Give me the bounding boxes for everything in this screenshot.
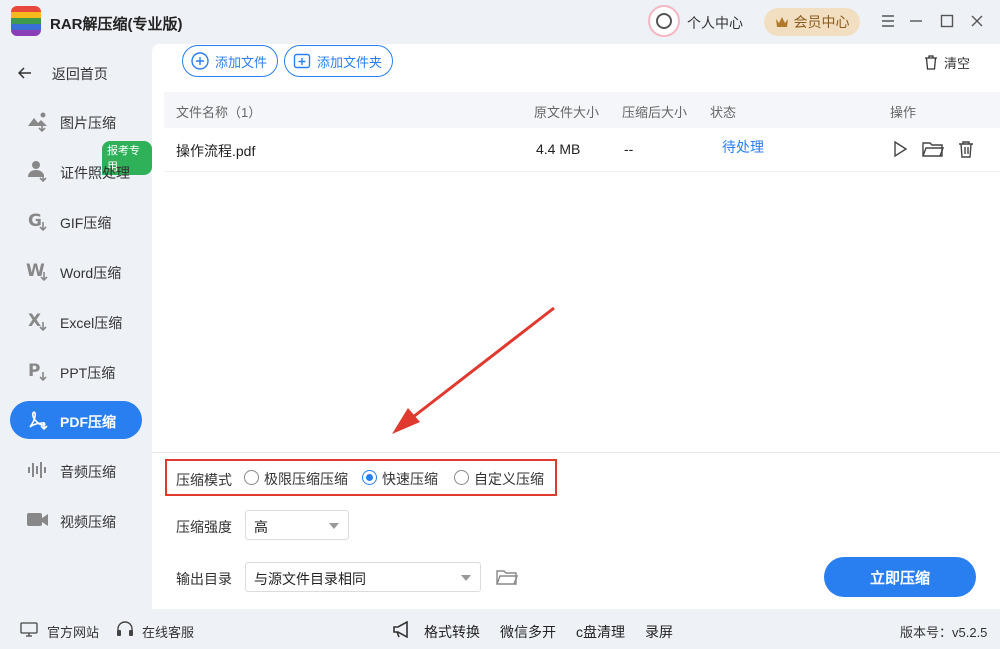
back-home-button[interactable]: 返回首页 xyxy=(17,64,108,84)
tool-wechat-multi[interactable]: 微信多开 xyxy=(500,622,556,642)
gif-icon: G xyxy=(26,210,50,232)
video-icon xyxy=(26,509,50,531)
browse-folder-icon[interactable] xyxy=(496,568,518,586)
pdf-icon xyxy=(26,409,50,431)
minimize-icon[interactable] xyxy=(904,10,928,32)
sidebar-item-ppt[interactable]: P PPT压缩 xyxy=(10,352,142,390)
table-row: 操作流程.pdf 4.4 MB -- 待处理 xyxy=(164,128,1000,172)
megaphone-icon xyxy=(393,621,408,638)
add-folder-label: 添加文件夹 xyxy=(317,54,383,70)
audio-icon xyxy=(26,459,50,481)
maximize-icon[interactable] xyxy=(935,10,959,32)
back-home-label: 返回首页 xyxy=(51,66,108,82)
version-text: 版本号：v5.2.5 xyxy=(900,625,988,640)
sidebar-item-gif[interactable]: G GIF压缩 xyxy=(10,202,142,240)
id-photo-icon xyxy=(26,160,50,183)
sidebar-item-video[interactable]: 视频压缩 xyxy=(10,501,142,539)
chevron-down-icon xyxy=(461,575,471,581)
divider xyxy=(152,452,1000,453)
plus-circle-icon xyxy=(191,52,209,70)
svg-text:X: X xyxy=(28,311,41,331)
tool-screen-record[interactable]: 录屏 xyxy=(645,622,673,642)
tool-format-convert[interactable]: 格式转换 xyxy=(424,622,480,642)
monitor-icon xyxy=(20,622,38,637)
play-icon[interactable] xyxy=(892,140,908,158)
vip-crown-icon xyxy=(775,17,788,27)
col-action: 操作 xyxy=(890,105,917,120)
sidebar-item-id-photo[interactable]: 证件照处理 xyxy=(10,152,142,190)
col-orig-size: 原文件大小 xyxy=(534,105,600,120)
sidebar-item-label: Word压缩 xyxy=(60,265,122,281)
vip-center-button[interactable]: 会员中心 xyxy=(764,8,860,36)
title-bar: RAR解压缩(专业版) 个人中心 会员中心 xyxy=(0,0,1000,44)
headset-icon xyxy=(117,621,133,636)
ppt-icon: P xyxy=(26,360,50,382)
excel-icon: X xyxy=(26,310,50,332)
word-icon: W xyxy=(26,260,50,282)
sidebar-item-label: 视频压缩 xyxy=(60,514,116,530)
sidebar-item-audio[interactable]: 音频压缩 xyxy=(10,451,142,489)
strength-select[interactable]: 高 xyxy=(245,510,349,540)
file-table-header: 文件名称（1） 原文件大小 压缩后大小 状态 操作 xyxy=(164,92,1000,128)
file-comp-size: -- xyxy=(624,141,634,157)
sidebar: 返回首页 图片压缩 报考专用 证件照处理 G GIF压缩 W Word压缩 X … xyxy=(0,44,152,609)
sidebar-item-label: GIF压缩 xyxy=(60,215,112,231)
website-link[interactable]: 官方网站 xyxy=(47,622,99,641)
sidebar-item-label: 音频压缩 xyxy=(60,464,116,480)
mode-fast-label[interactable]: 快速压缩 xyxy=(382,469,438,489)
image-icon xyxy=(26,110,50,133)
strength-value: 高 xyxy=(254,519,268,535)
chevron-down-icon xyxy=(329,523,339,529)
sidebar-item-image[interactable]: 图片压缩 xyxy=(10,102,142,140)
open-folder-icon[interactable] xyxy=(922,140,944,158)
annotation-arrow-icon xyxy=(392,306,555,434)
sidebar-item-label: 证件照处理 xyxy=(60,165,130,181)
sidebar-item-excel[interactable]: X Excel压缩 xyxy=(10,302,142,340)
file-orig-size: 4.4 MB xyxy=(536,141,581,157)
user-center-link[interactable]: 个人中心 xyxy=(687,13,743,33)
svg-text:P: P xyxy=(28,361,40,381)
col-status: 状态 xyxy=(710,105,737,120)
output-dir-value: 与源文件目录相同 xyxy=(254,571,366,587)
mode-custom-radio[interactable] xyxy=(454,470,469,485)
sidebar-item-word[interactable]: W Word压缩 xyxy=(10,252,142,290)
clear-label: 清空 xyxy=(944,56,971,71)
add-folder-button[interactable]: 添加文件夹 xyxy=(284,45,394,77)
sidebar-item-label: Excel压缩 xyxy=(60,315,123,331)
close-icon[interactable] xyxy=(965,10,989,32)
compression-mode-label: 压缩模式 xyxy=(176,472,232,488)
tool-c-drive-clean[interactable]: c盘清理 xyxy=(576,622,625,642)
app-logo xyxy=(11,6,41,36)
status-badge: 待处理 xyxy=(722,139,764,155)
sidebar-item-label: PDF压缩 xyxy=(60,414,116,430)
sidebar-item-pdf[interactable]: PDF压缩 xyxy=(10,401,142,439)
footer: 官方网站 在线客服 格式转换 微信多开 c盘清理 录屏 版本号：v5.2.5 xyxy=(0,609,1000,649)
add-file-label: 添加文件 xyxy=(215,54,268,70)
delete-icon[interactable] xyxy=(958,140,974,158)
file-name: 操作流程.pdf xyxy=(176,143,256,159)
back-arrow-icon xyxy=(17,66,36,82)
strength-label: 压缩强度 xyxy=(176,519,232,535)
main-panel: 添加文件 添加文件夹 清空 文件名称（1） 原文件大小 压缩后大小 状态 操作 … xyxy=(152,44,1000,609)
clear-button[interactable]: 清空 xyxy=(924,53,970,72)
mode-fast-radio[interactable] xyxy=(362,470,377,485)
col-name: 文件名称（1） xyxy=(176,105,262,120)
mode-extreme-label[interactable]: 极限压缩压缩 xyxy=(264,469,348,489)
vip-center-label: 会员中心 xyxy=(793,14,850,30)
mode-extreme-radio[interactable] xyxy=(244,470,259,485)
output-dir-label: 输出目录 xyxy=(176,571,232,587)
sidebar-item-label: PPT压缩 xyxy=(60,365,116,381)
trash-icon xyxy=(925,55,937,70)
add-folder-icon xyxy=(293,53,311,69)
avatar[interactable] xyxy=(648,5,680,37)
add-file-button[interactable]: 添加文件 xyxy=(182,45,279,77)
menu-icon[interactable] xyxy=(876,10,900,32)
compress-now-button[interactable]: 立即压缩 xyxy=(824,557,976,597)
support-link[interactable]: 在线客服 xyxy=(142,622,194,641)
sidebar-item-label: 图片压缩 xyxy=(60,115,116,131)
output-dir-select[interactable]: 与源文件目录相同 xyxy=(245,562,481,592)
mode-custom-label[interactable]: 自定义压缩 xyxy=(474,469,544,489)
app-title: RAR解压缩(专业版) xyxy=(50,16,183,33)
col-comp-size: 压缩后大小 xyxy=(622,105,688,120)
